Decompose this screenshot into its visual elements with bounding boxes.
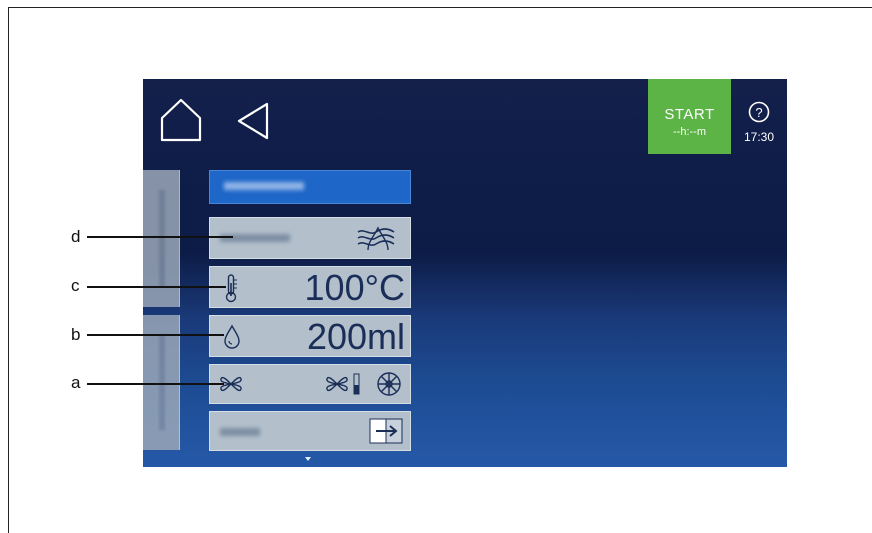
callout-b-label: b: [71, 325, 81, 344]
callout-c-label: c: [71, 276, 80, 295]
help-button[interactable]: ? 17:30: [734, 101, 784, 144]
clock: 17:30: [743, 130, 775, 144]
exit-icon: [369, 418, 403, 444]
callout-a-label: a: [71, 373, 81, 392]
callout-b-line: [87, 334, 224, 336]
water-row[interactable]: 200ml: [209, 315, 411, 357]
extra-label-blurred: [220, 428, 260, 436]
start-label: START: [664, 106, 715, 123]
home-icon[interactable]: [159, 97, 203, 143]
scroll-down-indicator[interactable]: [305, 457, 311, 461]
frame-border-left: [8, 7, 9, 533]
program-name-field[interactable]: [209, 170, 411, 204]
temperature-value: 100°C: [304, 267, 405, 308]
water-drop-icon: [224, 324, 240, 349]
fan-level-icon: [326, 373, 360, 395]
start-button[interactable]: START --h:--m: [648, 79, 731, 154]
circulation-icon: [377, 372, 401, 396]
callout-c-line: [87, 286, 226, 288]
thermometer-icon: [225, 274, 237, 303]
help-symbol: ?: [755, 105, 762, 120]
callout-d-line: [87, 236, 233, 238]
temperature-row[interactable]: 100°C: [209, 266, 411, 308]
fan-row[interactable]: [209, 364, 411, 404]
steam-icon: [357, 226, 395, 251]
back-icon[interactable]: [235, 101, 271, 141]
help-icon: ?: [748, 101, 770, 123]
callout-d-label: d: [71, 227, 81, 246]
extra-row[interactable]: [209, 411, 411, 451]
water-value: 200ml: [306, 316, 405, 357]
oven-screen: START --h:--m ? 17:30 100°C 200ml: [143, 79, 787, 467]
start-time: --h:--m: [673, 126, 706, 138]
frame-border-top: [8, 7, 872, 8]
cooking-mode-row[interactable]: [209, 217, 411, 259]
program-name-blurred: [224, 182, 304, 190]
callout-a-line: [87, 383, 224, 385]
